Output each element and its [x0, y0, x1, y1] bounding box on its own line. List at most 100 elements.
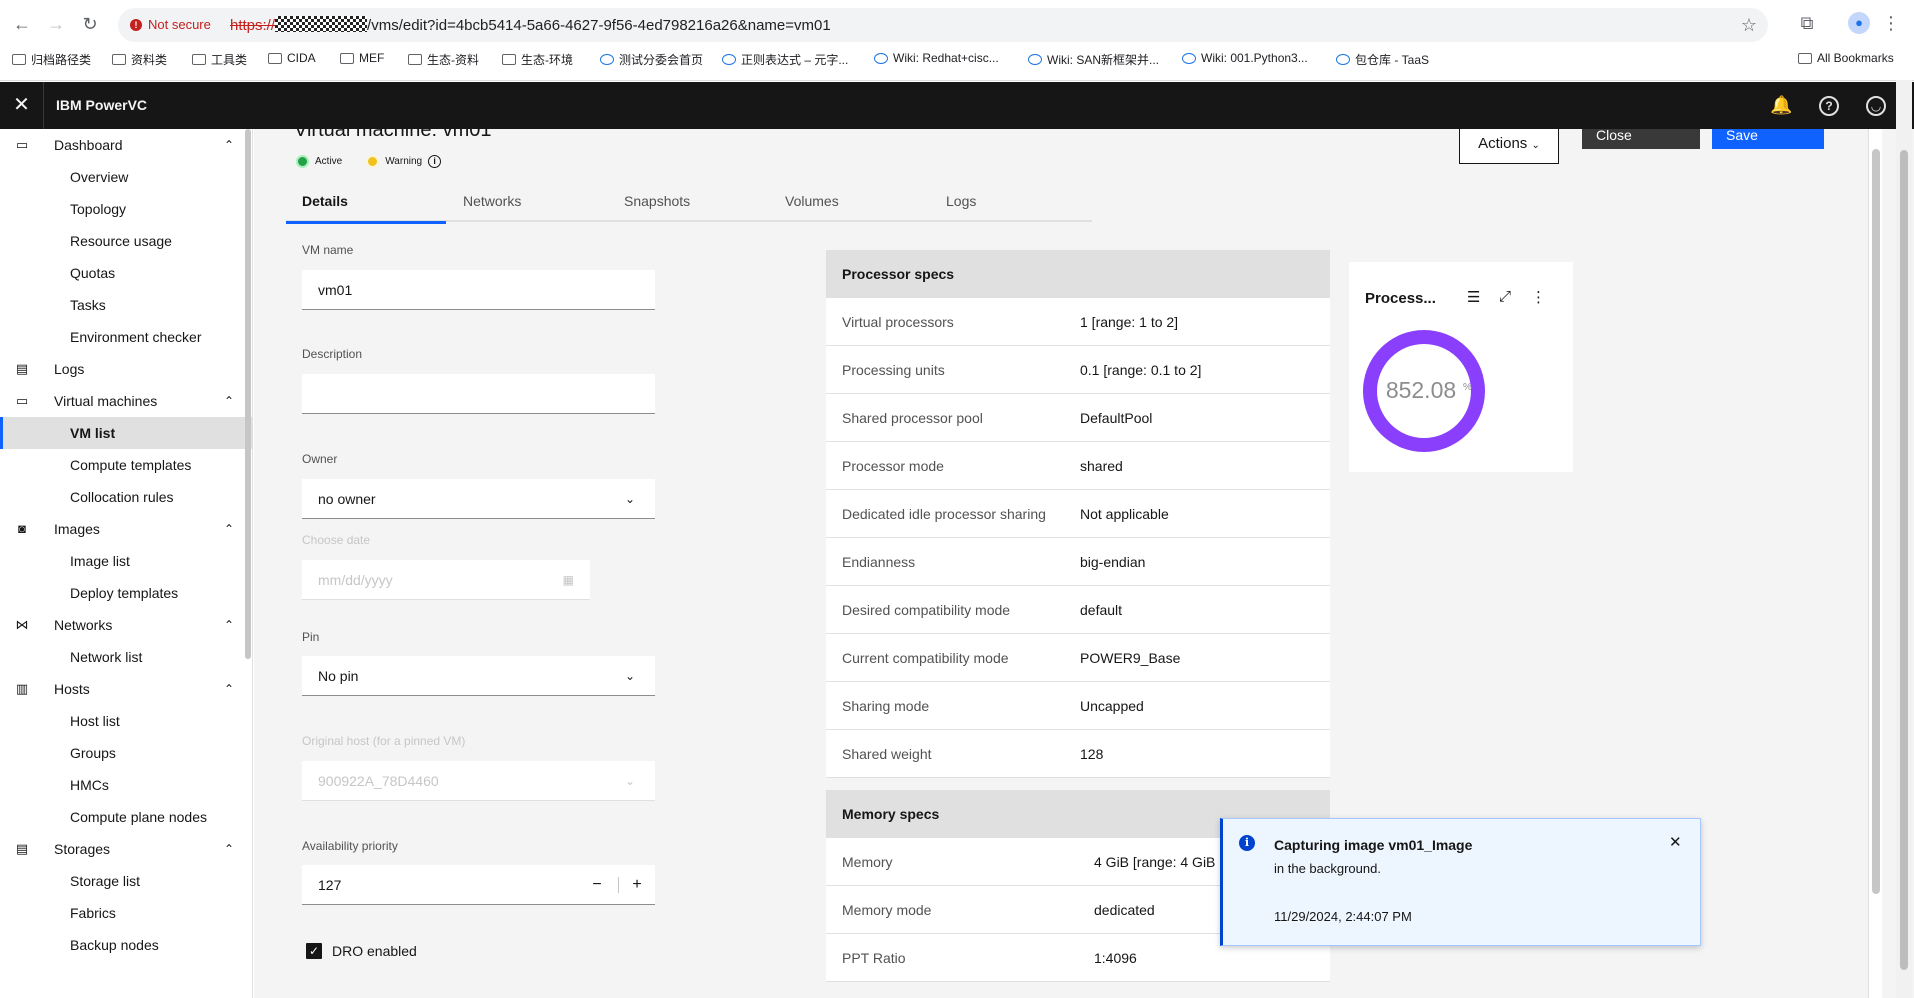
sidebar-item-compute-plane-nodes[interactable]: Compute plane nodes — [0, 801, 252, 833]
owner-select[interactable]: no owner ⌄ — [302, 479, 655, 519]
sidebar-scrollbar[interactable] — [245, 129, 251, 659]
dro-checkbox[interactable]: ✓ — [306, 943, 322, 959]
bookmark-item[interactable]: MEF — [340, 51, 384, 65]
sidebar-item-network-list[interactable]: Network list — [0, 641, 252, 673]
date-input[interactable]: mm/dd/yyyy ▦ — [302, 560, 590, 600]
tab-networks[interactable]: Networks — [447, 184, 607, 222]
extensions-icon[interactable]: ⧉ — [1796, 12, 1818, 34]
bookmark-item[interactable]: Wiki: 001.Python3... — [1182, 51, 1308, 65]
date-placeholder: mm/dd/yyyy — [318, 572, 393, 588]
tab-snapshots[interactable]: Snapshots — [608, 184, 768, 222]
tab-details[interactable]: Details — [286, 184, 446, 224]
sidebar-item-tasks[interactable]: Tasks — [0, 289, 252, 321]
bookmark-item[interactable]: 正则表达式 – 元字... — [722, 51, 848, 68]
list-icon[interactable]: ☰ — [1467, 288, 1480, 306]
sidebar-item-topology[interactable]: Topology — [0, 193, 252, 225]
notification-bell-icon[interactable]: 🔔 — [1770, 95, 1792, 115]
sidebar-group-virtual-machines[interactable]: ▭ Virtual machines ⌃ — [0, 385, 252, 417]
bookmark-item[interactable]: 工具类 — [192, 51, 247, 68]
help-icon[interactable]: ? — [1819, 96, 1839, 116]
toast-title: Capturing image vm01_Image — [1274, 837, 1473, 853]
url-text[interactable]: https:// /vms/edit?id=4bcb5414-5a66-4627-… — [230, 16, 831, 34]
sidebar-item-resource-usage[interactable]: Resource usage — [0, 225, 252, 257]
close-menu-icon[interactable]: ✕ — [0, 82, 44, 129]
expand-icon[interactable]: ⤢ — [1499, 288, 1511, 305]
bookmark-item[interactable]: Wiki: SAN新框架并... — [1028, 51, 1159, 68]
bookmark-item[interactable]: 生态-环境 — [502, 51, 573, 68]
more-vert-icon[interactable]: ⋮ — [1880, 12, 1902, 34]
sidebar-item-environment-checker[interactable]: Environment checker — [0, 321, 252, 353]
main-scrollbar-thumb[interactable] — [1872, 149, 1880, 894]
security-indicator[interactable]: ! Not secure — [130, 17, 211, 32]
bookmark-item[interactable]: CIDA — [268, 51, 316, 65]
sidebar-item-host-list[interactable]: Host list — [0, 705, 252, 737]
pin-select[interactable]: No pin ⌄ — [302, 656, 655, 696]
bookmark-item[interactable]: Wiki: Redhat+cisc... — [874, 51, 999, 65]
bookmark-item[interactable]: 测试分委会首页 — [600, 51, 703, 68]
chevron-up-icon[interactable]: ⌃ — [224, 394, 234, 408]
back-arrow-icon[interactable]: ← — [10, 12, 34, 36]
availability-priority-stepper[interactable]: 127 − + — [302, 865, 655, 905]
sidebar-item-collocation-rules[interactable]: Collocation rules — [0, 481, 252, 513]
sidebar-group-storages[interactable]: ▤ Storages ⌃ — [0, 833, 252, 865]
spec-value: dedicated — [1094, 902, 1155, 918]
info-icon[interactable]: i — [428, 155, 442, 168]
overflow-menu-icon[interactable]: ⋮ — [1531, 288, 1546, 306]
sidebar-item-overview[interactable]: Overview — [0, 161, 252, 193]
pin-value: No pin — [318, 668, 359, 684]
availability-priority-label: Availability priority — [302, 839, 398, 853]
star-icon[interactable]: ☆ — [1738, 14, 1760, 36]
save-button[interactable]: Save — [1712, 129, 1824, 149]
sidebar-item-compute-templates[interactable]: Compute templates — [0, 449, 252, 481]
chevron-up-icon[interactable]: ⌃ — [224, 522, 234, 536]
sidebar-group-hosts[interactable]: ▥ Hosts ⌃ — [0, 673, 252, 705]
increment-icon[interactable]: + — [619, 865, 655, 905]
all-bookmarks[interactable]: All Bookmarks — [1798, 51, 1894, 65]
main-scrollbar[interactable] — [1868, 129, 1882, 998]
actions-button[interactable]: Actions ⌄ — [1459, 129, 1559, 164]
bookmark-item[interactable]: 归档路径类 — [12, 51, 91, 68]
sidebar-group-images[interactable]: ◙ Images ⌃ — [0, 513, 252, 545]
sidebar-group-dashboard[interactable]: ▭ Dashboard ⌃ — [0, 129, 252, 161]
sidebar-item-deploy-templates[interactable]: Deploy templates — [0, 577, 252, 609]
page-scrollbar[interactable] — [1896, 80, 1912, 998]
sidebar-item-quotas[interactable]: Quotas — [0, 257, 252, 289]
address-bar[interactable]: ! Not secure https:// /vms/edit?id=4bcb541… — [118, 8, 1768, 42]
sidebar-item-hmcs[interactable]: HMCs — [0, 769, 252, 801]
sidebar-group-networks[interactable]: ⋈ Networks ⌃ — [0, 609, 252, 641]
spec-row: Processing units 0.1 [range: 0.1 to 2] — [826, 346, 1330, 394]
page-scrollbar-thumb[interactable] — [1900, 150, 1908, 970]
chevron-up-icon[interactable]: ⌃ — [224, 682, 234, 696]
user-icon[interactable]: ◡ — [1866, 96, 1886, 116]
sidebar-item-vm-list[interactable]: VM list — [0, 417, 252, 449]
bookmark-item[interactable]: 包仓库 - TaaS — [1336, 51, 1429, 68]
close-icon[interactable]: ✕ — [1669, 833, 1682, 851]
tab-logs[interactable]: Logs — [930, 184, 1090, 222]
sidebar-item-image-list[interactable]: Image list — [0, 545, 252, 577]
description-input[interactable] — [302, 374, 655, 414]
dro-checkbox-row[interactable]: ✓ DRO enabled — [306, 943, 417, 959]
url-protocol: https:// — [230, 17, 276, 34]
chevron-up-icon[interactable]: ⌃ — [224, 842, 234, 856]
vm-name-input[interactable]: vm01 — [302, 270, 655, 310]
toast-notification: i Capturing image vm01_Image in the back… — [1220, 818, 1701, 946]
close-button[interactable]: Close — [1582, 129, 1700, 149]
profile-avatar-icon[interactable]: ● — [1848, 12, 1870, 34]
app-header: ✕ IBM PowerVC 🔔 ? ◡ — [0, 82, 1914, 129]
chevron-up-icon[interactable]: ⌃ — [224, 618, 234, 632]
reload-icon[interactable]: ↻ — [78, 12, 102, 36]
tab-volumes[interactable]: Volumes — [769, 184, 929, 222]
forward-arrow-icon[interactable]: → — [44, 12, 68, 36]
sidebar-item-backup-nodes[interactable]: Backup nodes — [0, 929, 252, 961]
sidebar-item-fabrics[interactable]: Fabrics — [0, 897, 252, 929]
status-row: Active Warning i — [296, 155, 442, 168]
sidebar-item-storage-list[interactable]: Storage list — [0, 865, 252, 897]
bookmark-item[interactable]: 资料类 — [112, 51, 167, 68]
calendar-icon[interactable]: ▦ — [563, 560, 574, 600]
sidebar-item-label: Backup nodes — [70, 937, 159, 953]
bookmark-item[interactable]: 生态-资料 — [408, 51, 479, 68]
sidebar-item-groups[interactable]: Groups — [0, 737, 252, 769]
decrement-icon[interactable]: − — [579, 865, 615, 905]
sidebar-group-logs[interactable]: ▤ Logs — [0, 353, 252, 385]
chevron-up-icon[interactable]: ⌃ — [224, 138, 234, 152]
